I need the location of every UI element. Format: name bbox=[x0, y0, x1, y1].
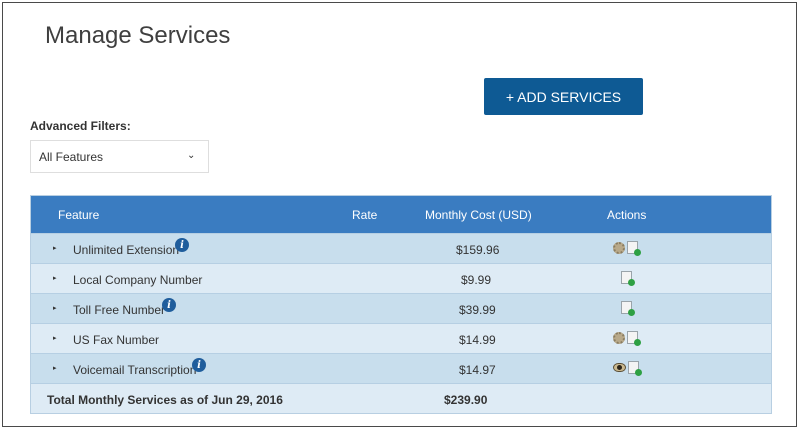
add-document-icon[interactable] bbox=[621, 271, 635, 286]
page-title: Manage Services bbox=[45, 22, 231, 49]
expand-arrow-icon[interactable]: ▸ bbox=[53, 364, 57, 372]
total-label: Total Monthly Services as of Jun 29, 201… bbox=[47, 393, 283, 407]
chevron-down-icon: ⌄ bbox=[187, 150, 196, 161]
table-row[interactable]: ▸ Local Company Number $9.99 bbox=[31, 263, 771, 293]
gear-icon[interactable] bbox=[613, 332, 625, 344]
table-row[interactable]: ▸ Voicemail Transcription i $14.97 bbox=[31, 353, 771, 383]
row-actions bbox=[613, 241, 641, 256]
info-icon[interactable]: i bbox=[192, 358, 206, 372]
add-document-icon[interactable] bbox=[628, 361, 642, 376]
advanced-filters-label: Advanced Filters: bbox=[30, 119, 131, 133]
add-document-icon[interactable] bbox=[621, 301, 635, 316]
expand-arrow-icon[interactable]: ▸ bbox=[53, 304, 57, 312]
monthly-cost: $39.99 bbox=[459, 303, 496, 317]
feature-name: Unlimited Extension bbox=[73, 243, 180, 257]
eye-icon[interactable] bbox=[613, 363, 626, 372]
add-document-icon[interactable] bbox=[627, 241, 641, 256]
total-value: $239.90 bbox=[444, 393, 488, 407]
feature-name: Local Company Number bbox=[73, 273, 203, 287]
expand-arrow-icon[interactable]: ▸ bbox=[53, 244, 57, 252]
row-actions bbox=[621, 271, 635, 286]
table-row[interactable]: ▸ US Fax Number $14.99 bbox=[31, 323, 771, 353]
row-actions bbox=[621, 301, 635, 316]
table-row[interactable]: ▸ Toll Free Number i $39.99 bbox=[31, 293, 771, 323]
info-icon[interactable]: i bbox=[175, 238, 189, 252]
monthly-cost: $159.96 bbox=[456, 243, 500, 257]
monthly-cost: $14.99 bbox=[459, 333, 496, 347]
row-actions bbox=[613, 331, 641, 346]
monthly-cost: $9.99 bbox=[461, 273, 492, 287]
table-header: Feature Rate Monthly Cost (USD) Actions bbox=[31, 196, 771, 233]
services-table: Feature Rate Monthly Cost (USD) Actions … bbox=[30, 195, 772, 414]
add-services-button[interactable]: + ADD SERVICES bbox=[484, 78, 643, 115]
header-feature: Feature bbox=[58, 208, 100, 222]
total-row: Total Monthly Services as of Jun 29, 201… bbox=[31, 383, 771, 413]
header-monthly-cost: Monthly Cost (USD) bbox=[425, 208, 532, 222]
feature-filter-select[interactable]: All Features ⌄ bbox=[30, 140, 209, 173]
table-row[interactable]: ▸ Unlimited Extension i $159.96 bbox=[31, 233, 771, 263]
row-actions bbox=[613, 361, 642, 376]
feature-filter-value: All Features bbox=[39, 149, 104, 164]
header-actions: Actions bbox=[607, 208, 647, 222]
expand-arrow-icon[interactable]: ▸ bbox=[53, 334, 57, 342]
feature-name: US Fax Number bbox=[73, 333, 160, 347]
gear-icon[interactable] bbox=[613, 242, 625, 254]
expand-arrow-icon[interactable]: ▸ bbox=[53, 274, 57, 282]
monthly-cost: $14.97 bbox=[459, 363, 496, 377]
feature-name: Voicemail Transcription bbox=[73, 363, 197, 377]
feature-name: Toll Free Number bbox=[73, 303, 166, 317]
info-icon[interactable]: i bbox=[162, 298, 176, 312]
page-frame: Manage Services + ADD SERVICES Advanced … bbox=[2, 2, 797, 427]
header-rate: Rate bbox=[352, 208, 378, 222]
add-document-icon[interactable] bbox=[627, 331, 641, 346]
